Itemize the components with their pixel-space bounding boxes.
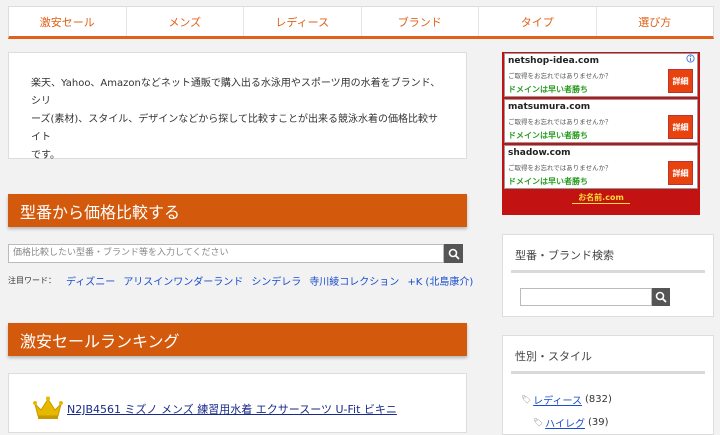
ad-subtext: ご取得をお忘れではありませんか？	[508, 72, 612, 80]
intro-line-1: 楽天、Yahoo、Amazonなどネット通販で購入出る水泳用やスポーツ用の水着を…	[31, 78, 441, 107]
domain-ad[interactable]: netshop-idea.com ご取得をお忘れではありませんか？ ドメインは早…	[502, 52, 700, 215]
intro-line-2: ーズ(素材)、スタイル、デザインなどから探して比較すことが出来る競泳水着の価格比…	[31, 114, 439, 143]
compare-search-button[interactable]	[444, 244, 463, 263]
hot-words-label: 注目ワード：	[8, 276, 56, 285]
category-count: (39)	[587, 417, 609, 428]
hot-word-kitajima[interactable]: +K (北島康介)	[407, 273, 473, 288]
sidebar-search-title: 型番・ブランド検索	[515, 249, 614, 262]
sidebar-style-widget: 性別・スタイル 🏷 レディース (832) 🏷 ハイレグ (39)	[502, 335, 714, 435]
category-count: (832)	[584, 394, 612, 405]
compare-search-input[interactable]: 価格比較したい型番・ブランド等を入力してください	[8, 244, 444, 263]
ad-detail-button[interactable]: 詳細	[668, 69, 693, 93]
hot-words: 注目ワード： ディズニー アリスインワンダーランド シンデレラ 寺川綾コレクショ…	[8, 273, 481, 288]
top-nav: 激安セール メンズ レディース ブランド タイプ 選び方	[8, 6, 714, 39]
ad-logo: お名前.com	[572, 192, 630, 204]
hot-word-terakawa[interactable]: 寺川綾コレクション	[309, 273, 399, 288]
ad-card[interactable]: shadow.com ご取得をお忘れではありませんか？ ドメインは早い者勝ち 詳…	[504, 145, 698, 189]
ad-card[interactable]: matsumura.com ご取得をお忘れではありませんか？ ドメインは早い者勝…	[504, 99, 698, 143]
ad-tagline: ドメインは早い者勝ち	[508, 85, 588, 94]
ad-tagline: ドメインは早い者勝ち	[508, 131, 588, 140]
sidebar-search-widget: 型番・ブランド検索	[502, 234, 714, 317]
compare-search-bar: 価格比較したい型番・ブランド等を入力してください	[8, 244, 463, 263]
nav-item-type[interactable]: タイプ	[479, 7, 597, 36]
nav-item-guide[interactable]: 選び方	[597, 7, 714, 36]
hot-word-cinderella[interactable]: シンデレラ	[251, 273, 301, 288]
intro-line-3: です。	[31, 150, 60, 161]
ad-detail-button[interactable]: 詳細	[668, 115, 693, 139]
divider	[511, 270, 705, 273]
ranking-section-title: 激安セールランキング	[8, 323, 467, 356]
ranking-item-title[interactable]: N2JB4561 ミズノ メンズ 練習用水着 エクサースーツ U-Fit ビキニ	[67, 401, 397, 417]
ad-tagline: ドメインは早い者勝ち	[508, 177, 588, 186]
compare-section-title: 型番から価格比較する	[8, 194, 467, 227]
sidebar-search-button[interactable]	[652, 288, 670, 306]
search-icon	[448, 248, 460, 260]
nav-item-ladies[interactable]: レディース	[244, 7, 362, 36]
hot-word-alice[interactable]: アリスインワンダーランド	[123, 273, 243, 288]
nav-item-sale[interactable]: 激安セール	[9, 7, 127, 36]
ad-subtext: ご取得をお忘れではありませんか？	[508, 164, 612, 172]
sidebar-search-bar	[520, 288, 670, 306]
compare-section-header: 型番から価格比較する	[8, 194, 467, 227]
search-icon	[655, 291, 667, 303]
nav-item-brand[interactable]: ブランド	[362, 7, 479, 36]
main-column: 楽天、Yahoo、Amazonなどネット通販で購入出る水泳用やスポーツ用の水着を…	[8, 52, 467, 161]
sidebar-style-title: 性別・スタイル	[515, 350, 592, 363]
ad-card[interactable]: netshop-idea.com ご取得をお忘れではありませんか？ ドメインは早…	[504, 53, 698, 97]
category-link-highleg[interactable]: ハイレグ	[545, 415, 585, 430]
ad-detail-button[interactable]: 詳細	[668, 161, 693, 185]
ranking-section-header: 激安セールランキング	[8, 323, 467, 356]
nav-item-mens[interactable]: メンズ	[127, 7, 244, 36]
ad-domain: netshop-idea.com	[508, 56, 599, 66]
ad-domain: matsumura.com	[508, 102, 591, 112]
category-item: 🏷 レディース (832)	[521, 392, 612, 407]
ad-subtext: ご取得をお忘れではありませんか？	[508, 118, 612, 126]
sidebar-search-input[interactable]	[520, 288, 652, 306]
ad-domain: shadow.com	[508, 148, 571, 158]
category-item: 🏷 ハイレグ (39)	[533, 415, 609, 430]
tag-icon: 🏷	[521, 395, 532, 404]
crown-icon	[33, 396, 63, 419]
category-link-ladies[interactable]: レディース	[533, 392, 582, 407]
hot-word-disney[interactable]: ディズニー	[66, 273, 115, 288]
ranking-list: N2JB4561 ミズノ メンズ 練習用水着 エクサースーツ U-Fit ビキニ	[8, 373, 467, 433]
divider	[511, 371, 705, 374]
ad-info-icon[interactable]	[686, 54, 695, 63]
intro-box: 楽天、Yahoo、Amazonなどネット通販で購入出る水泳用やスポーツ用の水着を…	[8, 52, 467, 161]
tag-icon: 🏷	[533, 418, 544, 427]
